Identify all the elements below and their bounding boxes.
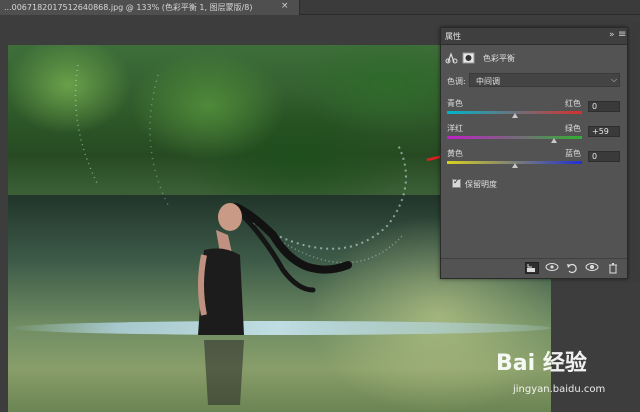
clip-to-layer-icon[interactable]	[525, 262, 539, 274]
layer-mask-icon[interactable]	[462, 52, 475, 64]
slider-thumb[interactable]	[511, 113, 518, 118]
preserve-luminosity-checkbox[interactable]	[452, 177, 461, 188]
slider-value-input[interactable]: +59	[588, 126, 620, 137]
reset-icon[interactable]	[565, 262, 579, 274]
color-balance-icon[interactable]	[445, 52, 458, 64]
slider-track[interactable]	[447, 136, 582, 139]
watermark: Bai 经验 jingyan.baidu.com	[496, 345, 636, 407]
properties-panel-header: 属性 » ≡	[441, 28, 627, 45]
photoshop-window: ...0067182017512640868.jpg @ 133% (色彩平衡 …	[0, 0, 640, 412]
right-panel-dock	[632, 22, 640, 282]
slider-value: 0	[592, 152, 598, 161]
slider-value-input[interactable]: 0	[588, 151, 620, 162]
slider-magenta-green: 洋红 绿色 +59	[447, 123, 623, 149]
watermark-url: jingyan.baidu.com	[513, 384, 606, 395]
panel-menu-icon[interactable]: ≡	[618, 29, 626, 40]
tone-selected-value: 中间调	[476, 77, 500, 86]
slider-value-input[interactable]: 0	[588, 101, 620, 112]
slider-value: +59	[592, 127, 609, 136]
panel-title[interactable]: 属性	[445, 31, 461, 42]
slider-left-label: 青色	[447, 99, 463, 108]
trash-icon[interactable]	[606, 262, 620, 274]
visibility-icon[interactable]	[585, 262, 599, 274]
slider-yellow-blue: 黄色 蓝色 0	[447, 148, 623, 174]
tone-label: 色调:	[447, 77, 466, 86]
preserve-luminosity-label: 保留明度	[465, 180, 497, 189]
properties-panel: 属性 » ≡ 色彩平衡 色调: 中间调 ⌵ 青色 红色 0 洋红 绿色 +59 …	[440, 27, 628, 279]
adjustment-name: 色彩平衡	[483, 54, 515, 63]
slider-left-label: 黄色	[447, 149, 463, 158]
slider-thumb[interactable]	[551, 138, 558, 143]
properties-panel-footer	[441, 258, 627, 278]
slider-left-label: 洋红	[447, 124, 463, 133]
slider-right-label: 红色	[565, 99, 581, 108]
collapse-icon[interactable]: »	[609, 30, 615, 40]
chevron-down-icon: ⌵	[611, 75, 618, 84]
view-previous-state-icon[interactable]	[545, 262, 559, 274]
watermark-logo: Bai 经验	[496, 351, 587, 376]
slider-right-label: 蓝色	[565, 149, 581, 158]
slider-value: 0	[592, 102, 598, 111]
tone-select[interactable]: 中间调 ⌵	[469, 73, 620, 87]
slider-thumb[interactable]	[511, 163, 518, 168]
slider-right-label: 绿色	[565, 124, 581, 133]
slider-cyan-red: 青色 红色 0	[447, 98, 623, 124]
